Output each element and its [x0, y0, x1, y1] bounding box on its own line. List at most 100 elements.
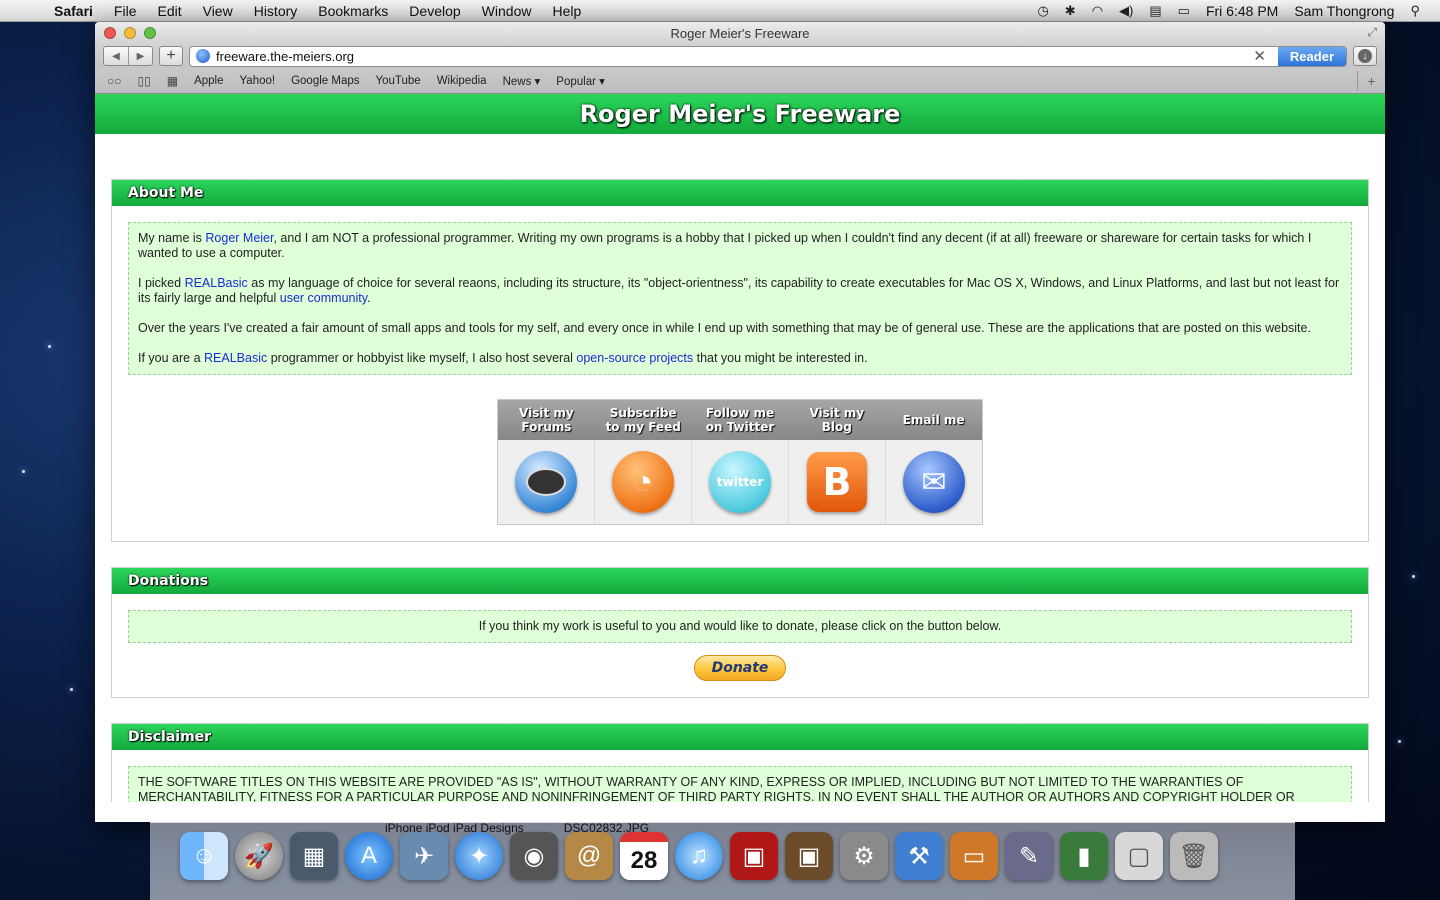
- mail-icon[interactable]: ✈: [400, 832, 448, 880]
- bookmarks-bar: ○○ ▯▯ ▦ Apple Yahoo! Google Maps YouTube…: [95, 68, 1385, 94]
- url-text[interactable]: freeware.the-meiers.org: [216, 49, 1247, 64]
- disclaimer-section: Disclaimer THE SOFTWARE TITLES ON THIS W…: [111, 723, 1369, 802]
- new-tab-button[interactable]: +: [1357, 70, 1385, 91]
- menu-develop[interactable]: Develop: [409, 3, 460, 19]
- blogger-icon[interactable]: B: [807, 452, 867, 512]
- bookmarks-book-icon[interactable]: ▯▯: [138, 74, 151, 88]
- roger-meier-link[interactable]: Roger Meier: [205, 231, 273, 245]
- about-paragraph-3: Over the years I've created a fair amoun…: [138, 321, 1311, 335]
- star: [48, 345, 51, 348]
- calendar-icon[interactable]: 28: [620, 832, 668, 880]
- keynote-icon[interactable]: ▭: [950, 832, 998, 880]
- donations-section: Donations If you think my work is useful…: [111, 567, 1369, 698]
- trash-icon[interactable]: 🗑: [1170, 832, 1218, 880]
- realbasic-link-2[interactable]: REALBasic: [204, 351, 267, 365]
- downloads-button[interactable]: ↓: [1353, 46, 1377, 66]
- star: [22, 470, 25, 473]
- browser-window: Roger Meier's Freeware ⤢ ◀ ▶ + freeware.…: [95, 22, 1385, 822]
- back-button[interactable]: ◀: [104, 47, 128, 65]
- realbasic-link[interactable]: REALBasic: [185, 276, 248, 290]
- finder-icon[interactable]: ☺: [180, 832, 228, 880]
- menu-edit[interactable]: Edit: [157, 3, 181, 19]
- rss-icon[interactable]: ◔: [612, 451, 674, 513]
- top-sites-icon[interactable]: ▦: [167, 74, 178, 88]
- bookmark-google-maps[interactable]: Google Maps: [291, 75, 359, 87]
- about-text-box: My name is Roger Meier, and I am NOT a p…: [128, 222, 1352, 375]
- reader-button[interactable]: Reader: [1277, 46, 1346, 66]
- email-label[interactable]: Email me: [885, 400, 982, 440]
- clear-icon[interactable]: ✕: [1253, 47, 1266, 65]
- about-paragraph-1: My name is Roger Meier, and I am NOT a p…: [138, 231, 1312, 260]
- disclaimer-text: THE SOFTWARE TITLES ON THIS WEBSITE ARE …: [128, 766, 1352, 802]
- bluetooth-icon[interactable]: ✱: [1065, 3, 1076, 19]
- fullscreen-icon[interactable]: ⤢: [1367, 25, 1377, 40]
- photo-booth-icon[interactable]: ▣: [730, 832, 778, 880]
- wifi-icon[interactable]: ◠: [1092, 3, 1103, 19]
- twitter-label[interactable]: Follow me on Twitter: [692, 400, 789, 440]
- email-icon[interactable]: ✉: [903, 451, 965, 513]
- about-paragraph-4: If you are a REALBasic programmer or hob…: [138, 351, 868, 365]
- time-machine-icon[interactable]: ◷: [1037, 3, 1048, 19]
- address-bar[interactable]: freeware.the-meiers.org ✕ Reader: [189, 45, 1347, 67]
- system-preferences-icon[interactable]: ⚙: [840, 832, 888, 880]
- numbers-icon[interactable]: ▮: [1060, 832, 1108, 880]
- battery-icon[interactable]: ▭: [1178, 3, 1190, 19]
- iphoto-icon[interactable]: ▣: [785, 832, 833, 880]
- globe-icon: [196, 49, 210, 63]
- safari-icon[interactable]: ✦: [455, 832, 503, 880]
- add-bookmark-button[interactable]: +: [159, 46, 183, 66]
- social-links-table: Visit my Forums Subscribe to my Feed Follo…: [497, 399, 983, 525]
- close-button[interactable]: [104, 27, 116, 39]
- donations-heading: Donations: [112, 568, 1368, 594]
- toolbar: ◀ ▶ + freeware.the-meiers.org ✕ Reader ↓: [95, 44, 1385, 68]
- facetime-icon[interactable]: ◉: [510, 832, 558, 880]
- menu-bar: Safari File Edit View History Bookmarks …: [0, 0, 1440, 22]
- blog-label[interactable]: Visit my Blog: [788, 400, 885, 440]
- menu-bookmarks[interactable]: Bookmarks: [318, 3, 388, 19]
- menu-user[interactable]: Sam Thongrong: [1294, 3, 1394, 19]
- user-community-link[interactable]: user community: [280, 291, 367, 305]
- menu-clock[interactable]: Fri 6:48 PM: [1206, 3, 1278, 19]
- minimize-button[interactable]: [124, 27, 136, 39]
- forums-label[interactable]: Visit my Forums: [498, 400, 595, 440]
- window-title: Roger Meier's Freeware: [670, 25, 810, 41]
- about-heading: About Me: [112, 180, 1368, 206]
- bookmark-popular[interactable]: Popular ▾: [556, 74, 605, 88]
- menu-app-name[interactable]: Safari: [54, 3, 93, 19]
- launchpad-icon[interactable]: 🚀: [235, 832, 283, 880]
- spotlight-icon[interactable]: ⚲: [1410, 3, 1420, 19]
- star: [1398, 740, 1401, 743]
- dock-icons: ☺ 🚀 ▦ A ✈ ✦ ◉ @ 28 ♫ ▣ ▣ ⚙ ⚒ ▭ ✎ ▮ ▢ 🗑: [180, 832, 1218, 880]
- feed-label[interactable]: Subscribe to my Feed: [595, 400, 692, 440]
- menu-history[interactable]: History: [254, 3, 298, 19]
- xcode-icon[interactable]: ⚒: [895, 832, 943, 880]
- menu-help[interactable]: Help: [552, 3, 581, 19]
- reading-list-icon[interactable]: ○○: [107, 74, 122, 88]
- forward-button[interactable]: ▶: [128, 47, 152, 65]
- bookmark-wikipedia[interactable]: Wikipedia: [437, 75, 487, 87]
- forum-icon[interactable]: [515, 451, 577, 513]
- volume-icon[interactable]: ◀): [1119, 3, 1133, 19]
- menu-file[interactable]: File: [114, 3, 137, 19]
- open-source-projects-link[interactable]: open-source projects: [576, 351, 693, 365]
- twitter-icon[interactable]: twitter: [709, 451, 771, 513]
- preview-icon[interactable]: ▢: [1115, 832, 1163, 880]
- title-bar: Roger Meier's Freeware ⤢: [95, 22, 1385, 44]
- bookmark-youtube[interactable]: YouTube: [376, 75, 421, 87]
- itunes-icon[interactable]: ♫: [675, 832, 723, 880]
- contacts-icon[interactable]: @: [565, 832, 613, 880]
- bookmark-news[interactable]: News ▾: [503, 74, 541, 88]
- donations-text: If you think my work is useful to you an…: [128, 610, 1352, 643]
- mission-control-icon[interactable]: ▦: [290, 832, 338, 880]
- app-store-icon[interactable]: A: [345, 832, 393, 880]
- menu-window[interactable]: Window: [482, 3, 532, 19]
- web-page: Roger Meier's Freeware About Me My name …: [95, 94, 1385, 802]
- menu-view[interactable]: View: [203, 3, 233, 19]
- donate-button[interactable]: Donate: [694, 655, 786, 681]
- about-paragraph-2: I picked REALBasic as my language of cho…: [138, 276, 1340, 305]
- bookmark-yahoo[interactable]: Yahoo!: [239, 75, 275, 87]
- flag-icon[interactable]: ▤: [1149, 3, 1161, 19]
- bookmark-apple[interactable]: Apple: [194, 75, 223, 87]
- instruments-icon[interactable]: ✎: [1005, 832, 1053, 880]
- zoom-button[interactable]: [144, 27, 156, 39]
